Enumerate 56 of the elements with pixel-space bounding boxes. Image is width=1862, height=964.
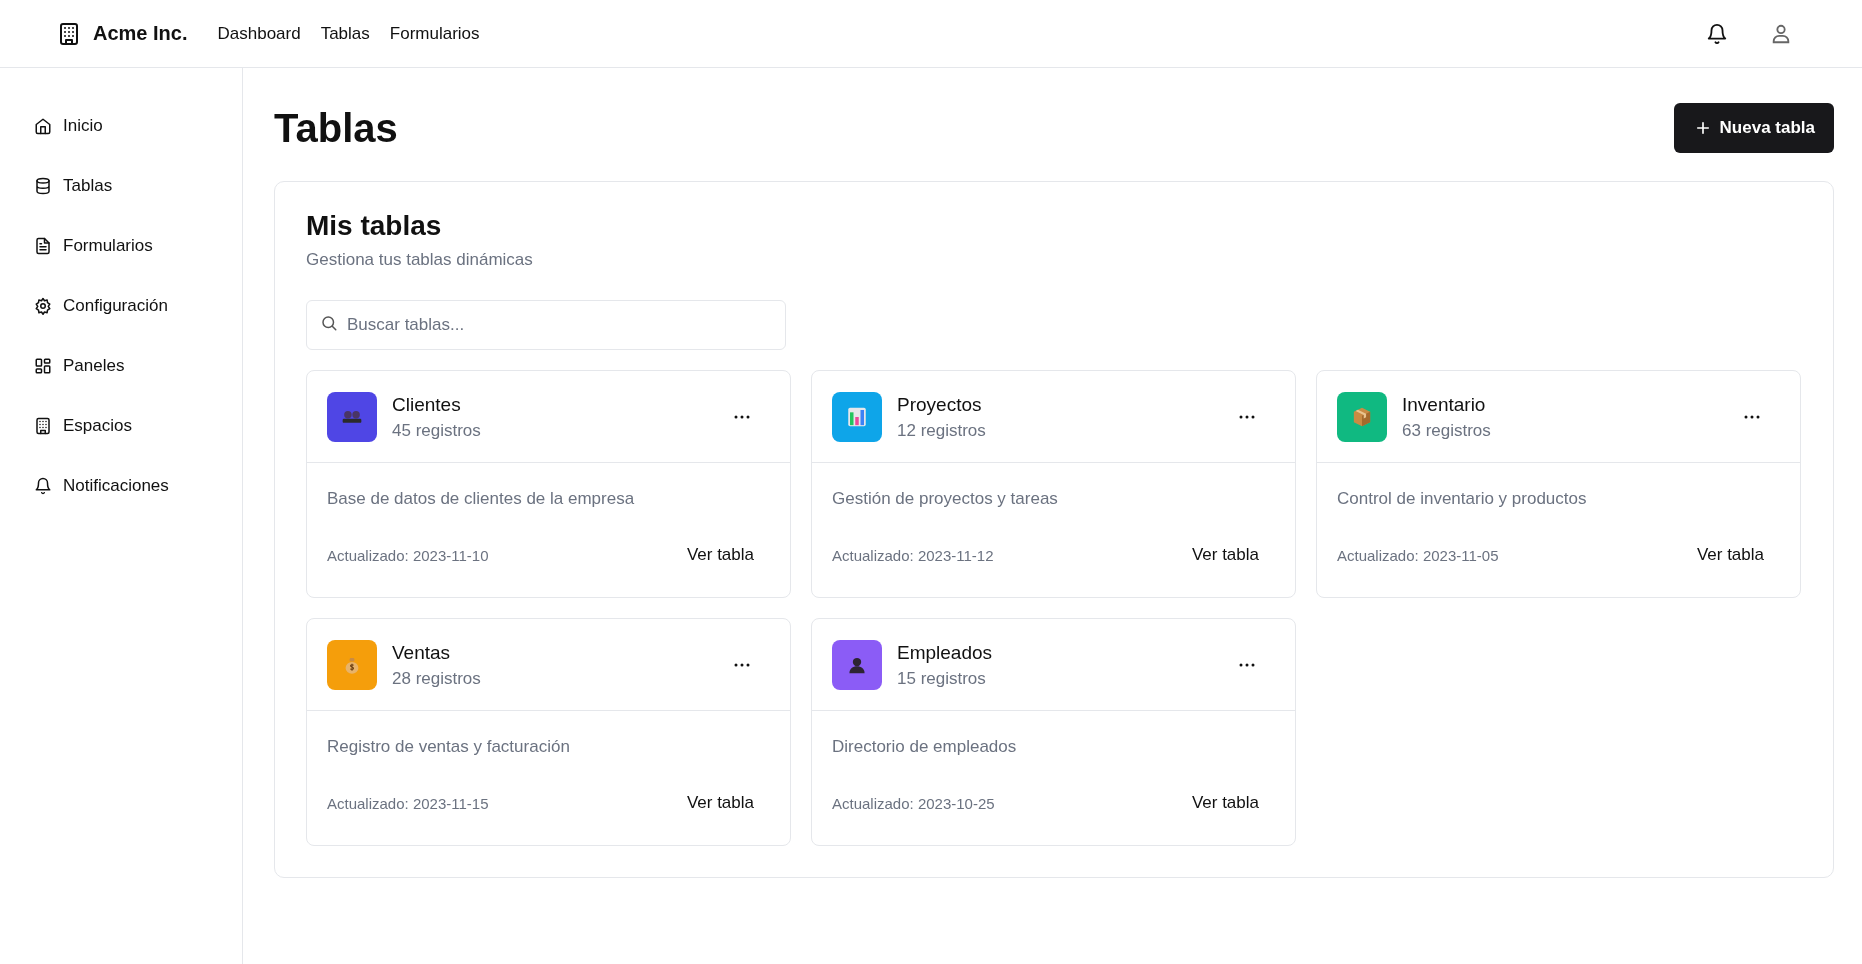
brand-name[interactable]: Acme Inc. bbox=[93, 22, 188, 45]
view-table-button[interactable]: Ver tabla bbox=[670, 541, 770, 569]
nav-link[interactable]: Tablas bbox=[320, 23, 370, 44]
nav-link[interactable]: Formularios bbox=[389, 23, 480, 44]
dots-icon bbox=[1239, 415, 1255, 419]
updated-date: Actualizado: 2023-11-10 bbox=[327, 546, 489, 564]
table-name: Clientes bbox=[392, 393, 462, 416]
sidebar-item[interactable]: Paneles bbox=[0, 336, 242, 396]
updated-date: Actualizado: 2023-10-25 bbox=[832, 794, 995, 812]
record-count: 12 registros bbox=[897, 420, 987, 441]
view-table-button[interactable]: Ver tabla bbox=[1175, 541, 1275, 569]
table-description: Control de inventario y productos bbox=[1337, 489, 1588, 509]
search-field[interactable]: Buscar tablas... bbox=[306, 300, 786, 350]
table-description: Registro de ventas y facturación bbox=[327, 737, 571, 757]
sidebar-item[interactable]: Inicio bbox=[0, 96, 242, 156]
new-table-button[interactable]: Nueva tabla bbox=[1673, 103, 1834, 153]
record-count: 63 registros bbox=[1402, 420, 1492, 441]
panel-title: Mis tablas bbox=[306, 210, 443, 242]
gear-icon bbox=[34, 297, 52, 315]
view-table-button[interactable]: Ver tabla bbox=[1175, 789, 1275, 817]
table-name: Inventario bbox=[1402, 393, 1487, 416]
nav-link[interactable]: Dashboard bbox=[217, 23, 301, 44]
dots-icon bbox=[734, 663, 750, 667]
dots-icon bbox=[1239, 663, 1255, 667]
table-description: Directorio de empleados bbox=[832, 737, 1018, 757]
dots-icon bbox=[734, 415, 750, 419]
table-name: Ventas bbox=[392, 641, 452, 664]
view-table-button[interactable]: Ver tabla bbox=[1680, 541, 1780, 569]
updated-date: Actualizado: 2023-11-05 bbox=[1337, 546, 1499, 564]
sidebar-item[interactable]: Notificaciones bbox=[0, 456, 242, 516]
database-icon bbox=[34, 177, 52, 195]
grid-icon bbox=[34, 357, 52, 375]
dots-icon bbox=[1744, 415, 1760, 419]
updated-date: Actualizado: 2023-11-15 bbox=[327, 794, 489, 812]
bell-icon bbox=[34, 477, 52, 495]
record-count: 28 registros bbox=[392, 668, 482, 689]
file-icon bbox=[34, 237, 52, 255]
table-name: Empleados bbox=[897, 641, 994, 664]
table-name: Proyectos bbox=[897, 393, 983, 416]
record-count: 45 registros bbox=[392, 420, 482, 441]
page-title: Tablas bbox=[274, 105, 398, 151]
sidebar-item[interactable]: Configuración bbox=[0, 276, 242, 336]
user-icon[interactable] bbox=[1770, 22, 1792, 45]
sidebar-item[interactable]: Formularios bbox=[0, 216, 242, 276]
table-description: Base de datos de clientes de la empresa bbox=[327, 489, 636, 509]
panel-subtitle: Gestiona tus tablas dinámicas bbox=[306, 250, 534, 270]
record-count: 15 registros bbox=[897, 668, 987, 689]
sidebar-item[interactable]: Tablas bbox=[0, 156, 242, 216]
sidebar-item[interactable]: Espacios bbox=[0, 396, 242, 456]
table-description: Gestión de proyectos y tareas bbox=[832, 489, 1059, 509]
view-table-button[interactable]: Ver tabla bbox=[670, 789, 770, 817]
building-icon bbox=[34, 417, 52, 435]
updated-date: Actualizado: 2023-11-12 bbox=[832, 546, 994, 564]
bell-icon[interactable] bbox=[1706, 22, 1728, 45]
home-icon bbox=[34, 117, 52, 135]
search-icon bbox=[320, 314, 338, 332]
